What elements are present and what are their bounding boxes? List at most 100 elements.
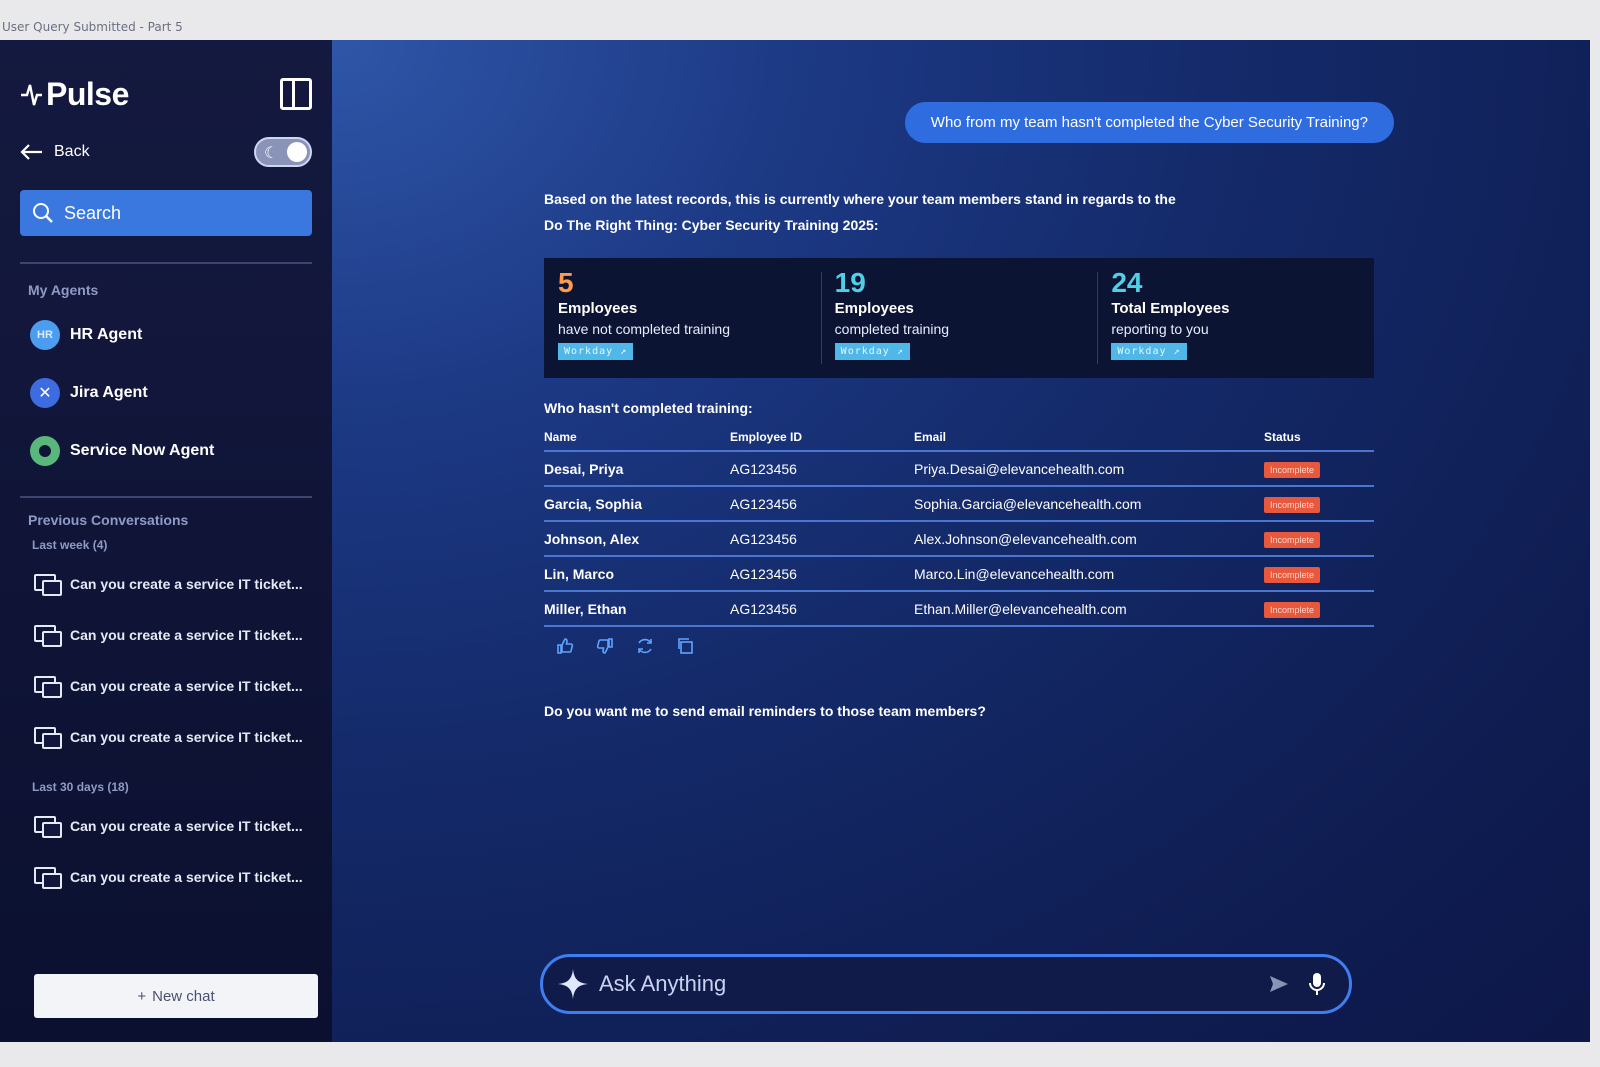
stats-card: 5 Employees have not completed training … (544, 258, 1374, 378)
agent-label: Jira Agent (70, 384, 148, 401)
employee-name: Lin, Marco (544, 556, 730, 592)
stat-label: Employees (558, 300, 638, 317)
thumbs-down-icon[interactable] (596, 637, 614, 655)
table-row: Lin, Marco AG123456 Marco.Lin@elevancehe… (544, 556, 1374, 592)
pulse-icon (21, 84, 42, 106)
workday-source-link[interactable]: Workday ↗ (834, 343, 910, 360)
search-input[interactable] (64, 202, 284, 224)
employee-name: Desai, Priya (544, 451, 730, 487)
conversation-title: Can you create a service IT ticket... (70, 728, 303, 745)
employee-email: Alex.Johnson@elevancehealth.com (914, 521, 1264, 557)
status-cell: Incomplete (1264, 521, 1374, 557)
assistant-response: Based on the latest records, this is cur… (544, 186, 1374, 719)
conversation-title: Can you create a service IT ticket... (70, 575, 303, 592)
status-badge: Incomplete (1264, 531, 1321, 548)
copy-icon[interactable] (676, 637, 694, 655)
table-title: Who hasn't completed training: (544, 400, 753, 416)
status-cell: Incomplete (1264, 591, 1374, 627)
new-chat-button[interactable]: + New chat (34, 974, 318, 1018)
status-cell: Incomplete (1264, 486, 1374, 522)
chat-bubbles-icon (34, 675, 62, 698)
last-week-label: Last week (4) (32, 538, 108, 552)
intro-line-1: Based on the latest records, this is cur… (544, 191, 1176, 207)
employee-email: Ethan.Miller@elevancehealth.com (914, 591, 1264, 627)
sidebar-item-jira-agent[interactable]: ✕ Jira Agent (20, 364, 312, 422)
status-cell: Incomplete (1264, 556, 1374, 592)
conversation-item[interactable]: Can you create a service IT ticket... (20, 660, 312, 711)
jira-icon: ✕ (30, 378, 60, 408)
chat-bubbles-icon (34, 815, 62, 838)
stat-value: 19 (834, 267, 866, 298)
stat-description: completed training (834, 321, 950, 337)
search-icon (33, 203, 53, 223)
back-row: Back ☾ (20, 134, 312, 170)
user-message-bubble: Who from my team hasn't completed the Cy… (904, 102, 1394, 143)
agent-label: Service Now Agent (70, 442, 215, 459)
employee-id: AG123456 (730, 556, 914, 592)
previous-conversations-title: Previous Conversations (28, 512, 189, 528)
conversation-title: Can you create a service IT ticket... (70, 868, 303, 885)
brand-row: Pulse (20, 40, 312, 140)
brand-name: Pulse (46, 75, 129, 112)
sparkle-icon (558, 969, 588, 999)
conversation-item[interactable]: Can you create a service IT ticket... (20, 800, 312, 851)
table-row: Miller, Ethan AG123456 Ethan.Miller@elev… (544, 591, 1374, 627)
search-box[interactable] (20, 190, 312, 236)
table-row: Johnson, Alex AG123456 Alex.Johnson@elev… (544, 521, 1374, 557)
sidebar-item-servicenow-agent[interactable]: Service Now Agent (20, 422, 312, 480)
chat-bubbles-icon (34, 573, 62, 596)
stat-not-completed: 5 Employees have not completed training … (544, 258, 821, 378)
chat-bubbles-icon (34, 866, 62, 889)
employee-email: Priya.Desai@elevancehealth.com (914, 451, 1264, 487)
moon-icon: ☾ (264, 145, 279, 162)
employee-email: Sophia.Garcia@elevancehealth.com (914, 486, 1264, 522)
workday-source-link[interactable]: Workday ↗ (1111, 343, 1187, 360)
agent-label: HR Agent (70, 326, 143, 343)
employee-name: Johnson, Alex (544, 521, 730, 557)
toggle-knob (287, 142, 307, 162)
conversation-item[interactable]: Can you create a service IT ticket... (20, 558, 312, 609)
servicenow-icon (30, 436, 60, 466)
stat-value: 24 (1111, 267, 1143, 298)
conversation-item[interactable]: Can you create a service IT ticket... (20, 609, 312, 660)
sidebar: Pulse Back ☾ My Agents HR HR Agent ✕ (0, 40, 332, 1042)
window-title: User Query Submitted - Part 5 (2, 20, 183, 34)
table-row: Desai, Priya AG123456 Priya.Desai@elevan… (544, 451, 1374, 487)
incomplete-training-table: Name Employee ID Email Status Desai, Pri… (544, 424, 1374, 627)
conversation-title: Can you create a service IT ticket... (70, 626, 303, 643)
last-30-days-label: Last 30 days (18) (32, 780, 129, 794)
workday-source-link[interactable]: Workday ↗ (558, 343, 634, 360)
sidebar-divider (20, 496, 312, 498)
sidebar-divider (20, 262, 312, 264)
response-intro: Based on the latest records, this is cur… (544, 186, 1374, 238)
followup-question: Do you want me to send email reminders t… (544, 703, 986, 719)
status-badge: Incomplete (1264, 601, 1321, 618)
hr-agent-avatar: HR (30, 320, 60, 350)
stat-total: 24 Total Employees reporting to you Work… (1097, 258, 1374, 378)
intro-line-2: Do The Right Thing: Cyber Security Train… (544, 217, 879, 233)
status-badge: Incomplete (1264, 566, 1321, 583)
chat-bubbles-icon (34, 726, 62, 749)
brand-logo: Pulse (20, 76, 129, 113)
refresh-icon[interactable] (636, 637, 654, 655)
agents-section-title: My Agents (28, 282, 99, 298)
employee-id: AG123456 (730, 486, 914, 522)
ask-input[interactable] (599, 971, 1255, 997)
panel-toggle-icon[interactable] (280, 78, 312, 110)
chat-composer[interactable] (540, 954, 1352, 1014)
stat-value: 5 (558, 267, 574, 298)
microphone-icon[interactable] (1303, 970, 1331, 998)
conversation-title: Can you create a service IT ticket... (70, 817, 303, 834)
send-icon[interactable] (1265, 970, 1293, 998)
conversation-item[interactable]: Can you create a service IT ticket... (20, 851, 312, 902)
conversation-item[interactable]: Can you create a service IT ticket... (20, 711, 312, 762)
status-badge: Incomplete (1264, 496, 1321, 513)
conversation-title: Can you create a service IT ticket... (70, 677, 303, 694)
column-header-email: Email (914, 424, 1264, 452)
table-header-row: Name Employee ID Email Status (544, 424, 1374, 452)
thumbs-up-icon[interactable] (556, 637, 574, 655)
theme-toggle[interactable]: ☾ (254, 137, 312, 167)
sidebar-item-hr-agent[interactable]: HR HR Agent (20, 306, 312, 364)
column-header-employee-id: Employee ID (730, 424, 914, 452)
back-button[interactable]: Back (20, 143, 90, 161)
